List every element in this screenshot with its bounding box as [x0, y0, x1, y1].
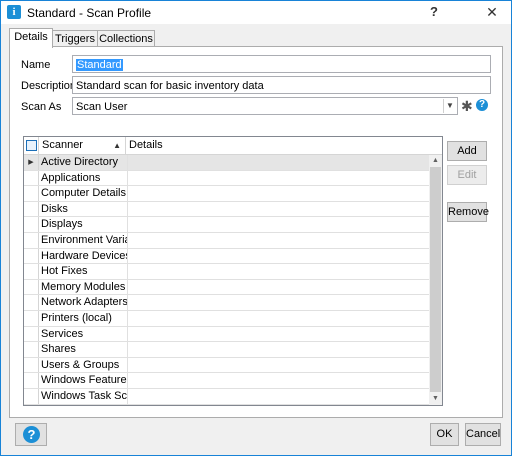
scanner-cell: Displays — [39, 217, 128, 232]
tab-triggers[interactable]: Triggers — [52, 30, 98, 47]
help-icon[interactable]: ? — [476, 99, 488, 111]
description-field[interactable]: Standard scan for basic inventory data — [72, 76, 491, 94]
row-selector — [24, 186, 39, 201]
help-button[interactable]: ? — [15, 423, 47, 446]
chevron-down-icon[interactable]: ▼ — [443, 99, 456, 113]
table-row[interactable]: Shares — [24, 342, 429, 358]
column-scanner-label: Scanner — [42, 139, 83, 151]
table-row[interactable]: ▶ Active Directory — [24, 155, 429, 171]
table-row[interactable]: Services — [24, 326, 429, 343]
row-selector — [24, 264, 39, 279]
scan-as-label: Scan As — [21, 101, 62, 113]
gear-icon[interactable]: ✱ — [461, 99, 475, 113]
window-title: Standard - Scan Profile — [27, 6, 152, 20]
row-selector — [24, 342, 39, 357]
scanner-cell: Windows Features — [41, 373, 128, 388]
scan-profile-window: i Standard - Scan Profile ? ✕ Details Tr… — [0, 0, 512, 456]
row-selector — [24, 310, 39, 326]
help-circle-icon: ? — [23, 426, 40, 443]
row-selector — [24, 388, 39, 404]
row-selector — [24, 232, 39, 248]
edit-button[interactable]: Edit — [447, 165, 487, 185]
row-selector — [24, 248, 39, 264]
scanner-cell: Hardware Devices — [41, 248, 128, 264]
column-header-scanner[interactable]: Scanner ▲ — [39, 137, 126, 154]
scanner-cell: Printers (local) — [39, 310, 128, 326]
scanner-cell: Memory Modules — [39, 279, 128, 295]
scanner-cell: Computer Details — [39, 186, 128, 201]
app-icon: i — [7, 5, 21, 19]
vertical-scrollbar[interactable]: ▲ ▼ — [429, 155, 442, 405]
tab-collections[interactable]: Collections — [97, 30, 155, 47]
row-selector — [24, 201, 39, 217]
scan-as-value: Scan User — [76, 101, 128, 113]
add-button[interactable]: Add — [447, 141, 487, 161]
scanner-cell: Environment Variable — [39, 232, 128, 248]
scanner-cell: Applications — [39, 170, 128, 186]
name-label: Name — [21, 59, 51, 71]
scroll-up-icon[interactable]: ▲ — [429, 155, 442, 167]
sort-ascending-icon: ▲ — [113, 141, 121, 150]
table-row[interactable]: Computer Details — [24, 186, 429, 202]
table-row[interactable]: Applications — [24, 170, 429, 187]
grid-rows: ▶ Active Directory Applications Computer … — [24, 155, 429, 405]
table-row[interactable]: Environment Variable — [24, 232, 429, 249]
scanner-cell: Network Adapters — [41, 295, 128, 310]
row-selector — [24, 295, 39, 310]
name-field[interactable]: Standard — [72, 55, 491, 73]
row-selector — [24, 357, 39, 373]
grid-header: Scanner ▲ Details — [24, 137, 442, 155]
table-row[interactable]: Memory Modules — [24, 279, 429, 296]
table-row[interactable]: Windows Features — [24, 373, 429, 389]
title-bar: i Standard - Scan Profile ? ✕ — [1, 1, 511, 24]
tab-details[interactable]: Details — [9, 28, 53, 48]
table-row[interactable]: Windows Task Sched — [24, 388, 429, 405]
scanner-grid: Scanner ▲ Details ▶ Active Directory Appl… — [23, 136, 443, 406]
description-label: Description — [21, 80, 77, 92]
scanner-cell: Windows Task Sched — [41, 388, 128, 404]
table-row[interactable]: Users & Groups — [24, 357, 429, 374]
select-all-icon — [26, 140, 37, 151]
scanner-cell: Disks — [39, 201, 128, 217]
scanner-cell: Services — [39, 326, 128, 342]
table-row[interactable]: Network Adapters — [24, 295, 429, 311]
scan-as-select[interactable]: Scan User ▼ — [72, 97, 458, 115]
row-selector — [24, 373, 39, 388]
scanner-cell: Shares — [39, 342, 128, 357]
row-selector — [24, 170, 39, 186]
close-button[interactable]: ✕ — [477, 1, 507, 24]
row-selector — [24, 279, 39, 295]
table-row[interactable]: Printers (local) — [24, 310, 429, 327]
table-row[interactable]: Hardware Devices — [24, 248, 429, 265]
row-selector-icon: ▶ — [24, 155, 39, 170]
select-all-corner[interactable] — [24, 137, 39, 154]
row-selector — [24, 217, 39, 232]
remove-button[interactable]: Remove — [447, 202, 489, 222]
scanner-cell: Hot Fixes — [39, 264, 128, 279]
row-selector — [24, 326, 39, 342]
scanner-cell: Active Directory — [39, 155, 128, 170]
scroll-thumb[interactable] — [430, 167, 441, 392]
table-row[interactable]: Hot Fixes — [24, 264, 429, 280]
table-row[interactable]: Disks — [24, 201, 429, 218]
scroll-down-icon[interactable]: ▼ — [429, 393, 442, 405]
help-title-button[interactable]: ? — [419, 1, 449, 24]
cancel-button[interactable]: Cancel — [465, 423, 501, 446]
name-value: Standard — [76, 59, 123, 71]
scanner-cell: Users & Groups — [39, 357, 128, 373]
ok-button[interactable]: OK — [430, 423, 459, 446]
table-row[interactable]: Displays — [24, 217, 429, 233]
column-header-details[interactable]: Details — [126, 137, 442, 154]
